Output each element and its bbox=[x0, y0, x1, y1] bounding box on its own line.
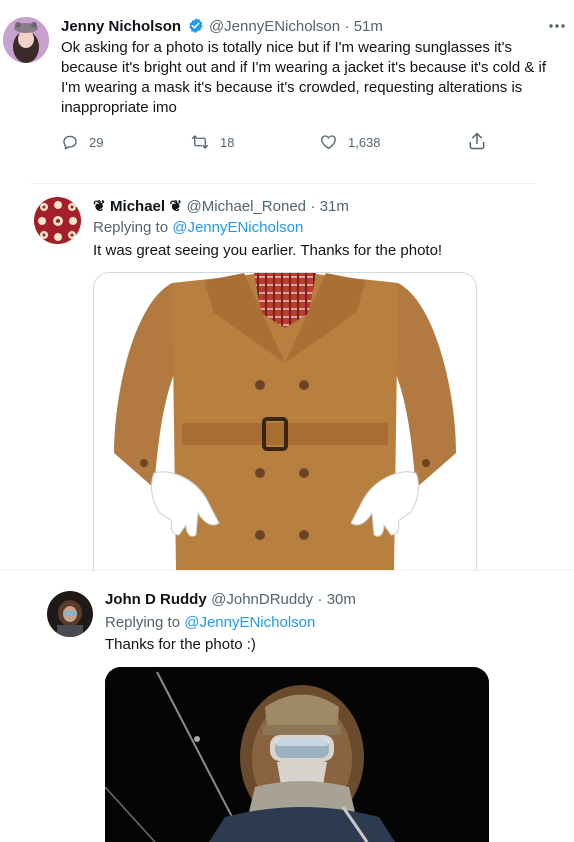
retweet-button[interactable]: 18 bbox=[190, 132, 234, 152]
tweet-media[interactable] bbox=[93, 272, 477, 571]
like-button[interactable]: 1,638 bbox=[319, 132, 381, 152]
tweet-text-line: Ok asking for a photo is totally nice bu… bbox=[61, 39, 512, 56]
tweet-time[interactable]: · 51m bbox=[345, 18, 383, 35]
retweet-icon bbox=[191, 135, 209, 149]
name-emoji: ❦ bbox=[169, 198, 183, 215]
replying-label: Replying to bbox=[93, 219, 169, 236]
tweet-text: It was great seeing you earlier. Thanks … bbox=[93, 242, 443, 259]
reply-button[interactable]: 29 bbox=[61, 132, 103, 152]
author-name[interactable]: John D Ruddy bbox=[105, 591, 207, 608]
avatar[interactable] bbox=[3, 17, 49, 63]
reply-count: 29 bbox=[89, 134, 104, 150]
reply-tweet-john[interactable]: John D Ruddy @JohnDRuddy · 30m Replying … bbox=[0, 585, 574, 842]
avatar-image bbox=[47, 591, 93, 637]
author-handle[interactable]: @Michael_Roned bbox=[187, 198, 306, 215]
divider bbox=[30, 183, 535, 184]
tweet-header: ❦ Michael ❦ @Michael_Roned · 31m bbox=[93, 197, 349, 217]
reply-icon bbox=[63, 135, 77, 150]
author-handle[interactable]: @JennyENicholson bbox=[209, 18, 340, 35]
tweet-text-line: inappropriate imo bbox=[61, 99, 177, 116]
share-icon bbox=[469, 132, 485, 150]
author-handle[interactable]: @JohnDRuddy bbox=[211, 591, 313, 608]
avatar-image bbox=[3, 17, 49, 63]
tweet-header: Jenny Nicholson @JennyENicholson · 51m bbox=[61, 17, 383, 37]
author-name[interactable]: Jenny Nicholson bbox=[61, 18, 181, 35]
tweet-text: Thanks for the photo :) bbox=[105, 636, 256, 653]
author-name[interactable]: Michael bbox=[110, 198, 165, 215]
more-dots-icon[interactable] bbox=[545, 16, 569, 36]
replying-to: Replying to @JennyENicholson bbox=[105, 613, 315, 633]
tweet-time[interactable]: · 31m bbox=[310, 198, 348, 215]
replying-to: Replying to @JennyENicholson bbox=[93, 218, 303, 238]
divider bbox=[0, 570, 574, 571]
name-emoji: ❦ bbox=[93, 198, 106, 215]
tweet-text-line: because it's bright out and if I'm weari… bbox=[61, 59, 547, 76]
avatar[interactable] bbox=[47, 591, 93, 637]
retweet-count: 18 bbox=[220, 134, 235, 150]
tweet-header: John D Ruddy @JohnDRuddy · 30m bbox=[105, 591, 356, 611]
replying-handle-link[interactable]: @JennyENicholson bbox=[172, 219, 303, 236]
replying-handle-link[interactable]: @JennyENicholson bbox=[184, 614, 315, 631]
reply-tweet-michael[interactable]: ❦ Michael ❦ @Michael_Roned · 31m Replyin… bbox=[0, 190, 574, 571]
avatar[interactable] bbox=[34, 197, 81, 244]
share-button[interactable] bbox=[467, 131, 487, 151]
tweet-text: Ok asking for a photo is totally nice bu… bbox=[61, 38, 571, 118]
heart-icon bbox=[321, 135, 336, 150]
trench-coat-photo bbox=[94, 273, 476, 571]
tweet-time[interactable]: · 30m bbox=[318, 591, 356, 608]
tweet-text-line: I'm wearing a mask it's because it's cro… bbox=[61, 79, 523, 96]
verified-badge-icon bbox=[187, 17, 204, 39]
arctic-explorer-photo bbox=[105, 667, 489, 842]
avatar-image bbox=[34, 197, 81, 244]
tweet-media[interactable] bbox=[105, 667, 489, 842]
replying-label: Replying to bbox=[105, 614, 181, 631]
like-count: 1,638 bbox=[348, 134, 381, 150]
main-tweet[interactable]: Jenny Nicholson @JennyENicholson · 51m O… bbox=[0, 0, 574, 165]
